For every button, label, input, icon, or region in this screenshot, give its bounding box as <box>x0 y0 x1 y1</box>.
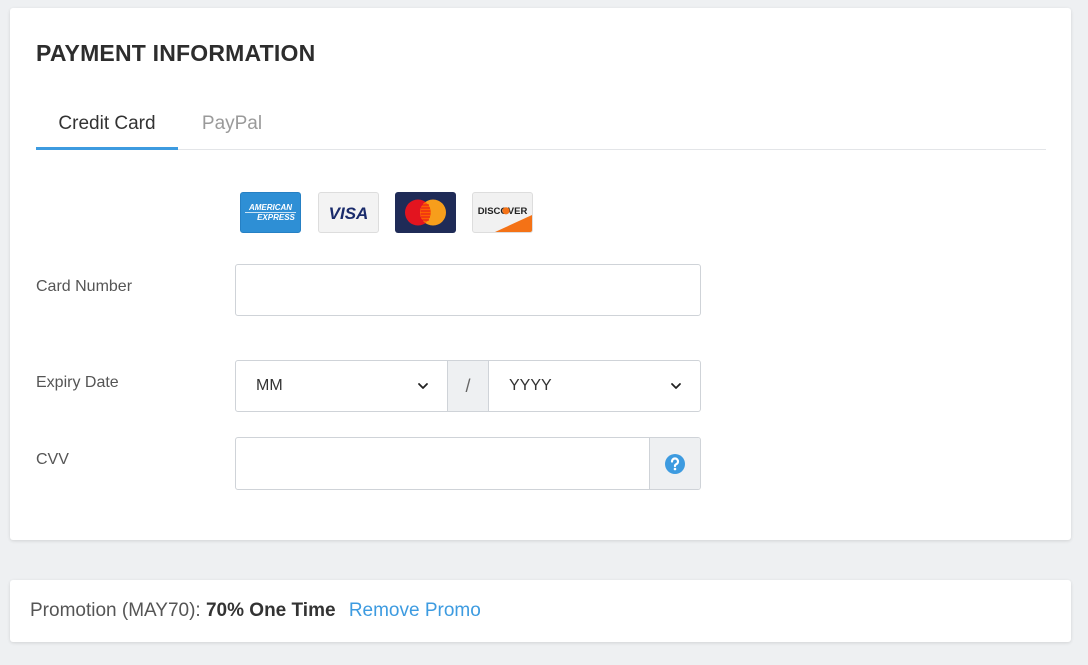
expiry-year-value: YYYY <box>509 377 552 394</box>
promotion-text: Promotion (MAY70): 70% One Time Remove P… <box>30 600 481 622</box>
visa-logo: VISA <box>318 192 379 233</box>
expiry-separator: / <box>447 361 489 411</box>
promotion-offer: 70% One Time <box>205 600 336 621</box>
expiry-date-label: Expiry Date <box>36 374 119 391</box>
mastercard-logo <box>395 192 456 233</box>
payment-information-card: PAYMENT INFORMATION Credit Card PayPal A… <box>10 8 1071 540</box>
card-number-label: Card Number <box>36 278 133 295</box>
expiry-date-group: MM / YYYY <box>235 360 701 412</box>
discover-logo: DISCOVER <box>472 192 533 233</box>
chevron-down-icon <box>418 383 428 389</box>
chevron-down-icon <box>671 383 681 389</box>
expiry-month-select[interactable]: MM <box>236 361 447 411</box>
page-title: PAYMENT INFORMATION <box>36 40 316 66</box>
cvv-input[interactable] <box>236 438 649 489</box>
cvv-group <box>235 437 701 490</box>
remove-promo-link[interactable]: Remove Promo <box>349 600 481 621</box>
tab-paypal[interactable]: PayPal <box>199 108 265 149</box>
promotion-card: Promotion (MAY70): 70% One Time Remove P… <box>10 580 1071 642</box>
amex-logo: AMERICAN EXPRESS <box>240 192 301 233</box>
visa-logo-text: VISA <box>329 204 369 223</box>
expiry-year-select[interactable]: YYYY <box>489 361 700 411</box>
amex-logo-line2: EXPRESS <box>257 213 295 222</box>
card-number-input[interactable] <box>235 264 701 316</box>
promotion-prefix: Promotion (MAY70): <box>30 600 201 621</box>
cvv-help-button[interactable] <box>649 438 700 489</box>
payment-method-tabs: Credit Card PayPal <box>36 108 1046 150</box>
amex-logo-line1: AMERICAN <box>248 203 292 212</box>
expiry-month-value: MM <box>256 377 283 394</box>
cvv-label: CVV <box>36 451 69 468</box>
tab-credit-card[interactable]: Credit Card <box>36 108 178 150</box>
question-circle-icon <box>665 454 685 474</box>
